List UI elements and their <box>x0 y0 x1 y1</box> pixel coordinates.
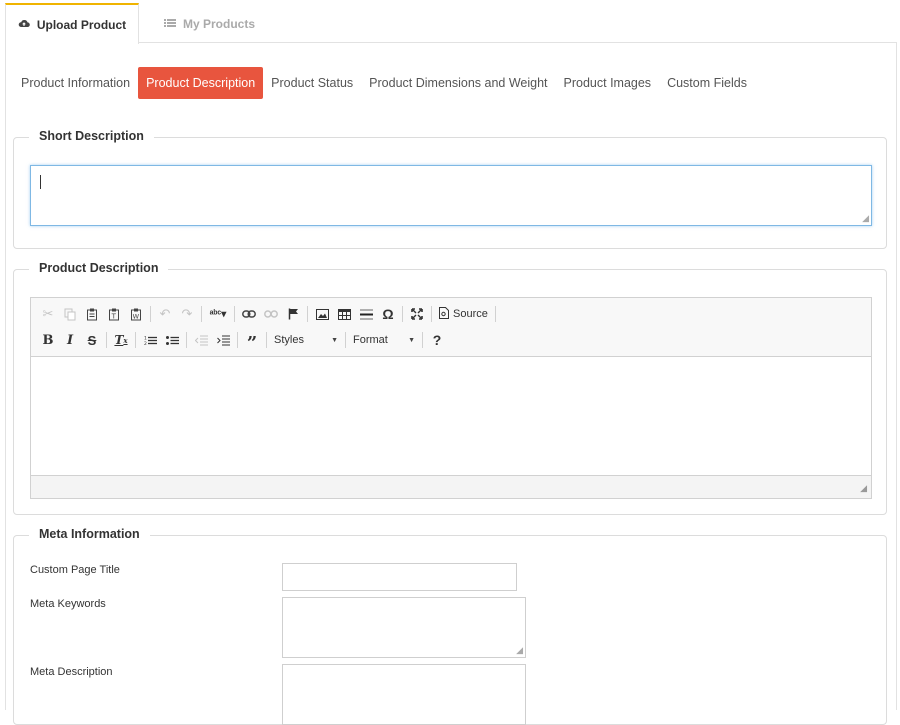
styles-dropdown[interactable]: Styles ▼ <box>270 329 342 351</box>
toolbar-separator <box>307 306 308 322</box>
numbered-list-icon[interactable]: 12 <box>139 329 161 351</box>
maximize-icon[interactable] <box>406 303 428 325</box>
source-icon <box>439 306 449 322</box>
short-description-fieldset: Short Description ◢ <box>13 129 887 249</box>
horizontal-line-icon[interactable] <box>355 303 377 325</box>
blockquote-icon[interactable]: ” <box>241 329 263 354</box>
styles-dropdown-label: Styles <box>274 334 304 346</box>
table-icon[interactable] <box>333 303 355 325</box>
redo-icon[interactable]: ↷ <box>176 303 198 325</box>
help-icon[interactable]: ? <box>426 329 448 351</box>
special-character-icon[interactable]: Ω <box>377 303 399 325</box>
unlink-icon[interactable] <box>260 303 282 325</box>
format-dropdown-label: Format <box>353 334 388 346</box>
toolbar-separator <box>234 306 235 322</box>
cloud-upload-icon <box>18 18 30 32</box>
toolbar-separator <box>422 332 423 348</box>
sub-tab-product-information[interactable]: Product Information <box>13 67 138 99</box>
italic-icon[interactable]: I <box>59 329 81 351</box>
resize-grip-icon[interactable]: ◢ <box>862 214 869 223</box>
decrease-indent-icon[interactable] <box>190 329 212 351</box>
meta-information-legend: Meta Information <box>29 527 150 541</box>
source-button-label: Source <box>453 308 488 320</box>
toolbar-separator <box>266 332 267 348</box>
sub-tab-product-dimensions-weight[interactable]: Product Dimensions and Weight <box>361 67 555 99</box>
resize-grip-icon[interactable]: ◢ <box>516 646 523 655</box>
editor-content-area[interactable] <box>31 357 871 475</box>
spellcheck-icon[interactable]: ᵃᵇᶜ▾ <box>205 303 231 325</box>
toolbar-separator <box>431 306 432 322</box>
toolbar-separator <box>106 332 107 348</box>
top-tabs: Upload Product My Products <box>5 0 897 44</box>
toolbar-separator <box>201 306 202 322</box>
sub-tab-product-images[interactable]: Product Images <box>556 67 660 99</box>
tab-my-products[interactable]: My Products <box>139 3 280 44</box>
bold-icon[interactable]: B <box>37 329 59 351</box>
svg-text:1: 1 <box>144 335 147 341</box>
strikethrough-icon[interactable]: S <box>81 329 103 351</box>
increase-indent-icon[interactable] <box>212 329 234 351</box>
meta-description-textarea[interactable] <box>282 664 526 725</box>
sub-tab-product-status[interactable]: Product Status <box>263 67 361 99</box>
undo-icon[interactable]: ↶ <box>154 303 176 325</box>
custom-page-title-input[interactable] <box>282 563 517 591</box>
paste-word-icon[interactable]: W <box>125 303 147 325</box>
remove-format-icon[interactable]: Tx <box>110 329 132 351</box>
copy-icon[interactable] <box>59 303 81 325</box>
rich-text-editor: ✂ T W ↶ ↷ ᵃᵇᶜ▾ Ω Source B I S T x 1 2 ” … <box>30 297 872 499</box>
svg-text:T: T <box>111 312 117 320</box>
custom-page-title-label: Custom Page Title <box>30 564 120 576</box>
panel-border-left <box>5 42 6 710</box>
image-icon[interactable] <box>311 303 333 325</box>
sub-tab-custom-fields[interactable]: Custom Fields <box>659 67 755 99</box>
source-button[interactable]: Source <box>435 303 492 325</box>
short-description-textarea[interactable]: ◢ <box>30 165 872 226</box>
meta-keywords-textarea[interactable]: ◢ <box>282 597 526 658</box>
anchor-flag-icon[interactable] <box>282 303 304 325</box>
toolbar-separator <box>494 306 496 322</box>
text-caret <box>40 175 41 189</box>
toolbar-separator <box>186 332 187 348</box>
sub-tabs: Product Information Product Description … <box>13 67 755 99</box>
toolbar-separator <box>135 332 136 348</box>
chevron-down-icon: ▼ <box>408 336 415 344</box>
toolbar-row-2: B I S Tx 12 ” Styles ▼ Format ▼ ? <box>37 329 448 354</box>
toolbar-row-1: ✂ T W ↶ ↷ ᵃᵇᶜ▾ Ω Source <box>37 303 499 325</box>
resize-grip-icon[interactable]: ◢ <box>860 483 867 494</box>
editor-status-bar: ◢ <box>31 475 871 498</box>
bulleted-list-icon[interactable] <box>161 329 183 351</box>
editor-toolbar: ✂ T W ↶ ↷ ᵃᵇᶜ▾ Ω Source B I S T x 1 2 ” … <box>31 298 871 357</box>
product-description-legend: Product Description <box>29 261 169 275</box>
meta-keywords-label: Meta Keywords <box>30 598 106 610</box>
toolbar-separator <box>150 306 151 322</box>
paste-text-icon[interactable]: T <box>103 303 125 325</box>
panel-border-right <box>896 42 897 710</box>
toolbar-separator <box>345 332 346 348</box>
svg-text:W: W <box>133 312 140 320</box>
meta-description-label: Meta Description <box>30 666 113 678</box>
product-description-fieldset: Product Description ✂ T W ↶ ↷ ᵃᵇᶜ▾ Ω Sou… <box>13 261 887 515</box>
paste-icon[interactable] <box>81 303 103 325</box>
tab-upload-product-label: Upload Product <box>36 17 127 32</box>
toolbar-separator <box>402 306 403 322</box>
chevron-down-icon: ▼ <box>331 336 338 344</box>
list-icon <box>163 17 176 31</box>
cut-icon[interactable]: ✂ <box>37 303 59 325</box>
svg-text:2: 2 <box>144 341 147 346</box>
link-icon[interactable] <box>238 303 260 325</box>
tab-upload-product[interactable]: Upload Product <box>5 3 139 44</box>
short-description-legend: Short Description <box>29 129 154 143</box>
tab-my-products-label: My Products <box>182 16 255 31</box>
sub-tab-product-description[interactable]: Product Description <box>138 67 264 99</box>
format-dropdown[interactable]: Format ▼ <box>349 329 419 351</box>
toolbar-separator <box>237 332 238 348</box>
meta-information-fieldset: Meta Information Custom Page Title Meta … <box>13 527 887 725</box>
